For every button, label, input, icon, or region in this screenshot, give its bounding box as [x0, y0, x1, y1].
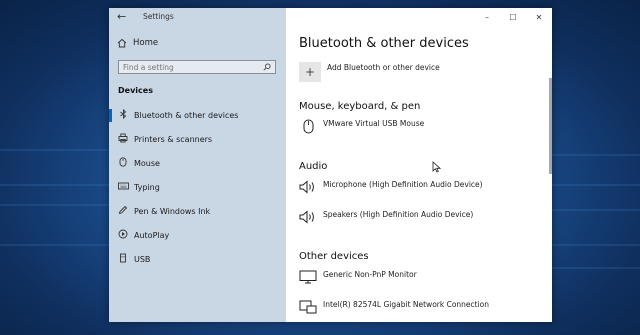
- sidebar: ← Settings Home Devices Bluetooth & othe…: [109, 8, 286, 322]
- window-title: Settings: [143, 12, 174, 21]
- page-title: Bluetooth & other devices: [299, 36, 469, 51]
- network-icon: [299, 299, 317, 315]
- settings-window: ← Settings Home Devices Bluetooth & othe…: [109, 8, 552, 322]
- sidebar-item-typing[interactable]: Typing: [109, 175, 286, 199]
- speaker-icon: [299, 179, 317, 195]
- keyboard-icon: [117, 182, 129, 193]
- autoplay-icon: [117, 229, 129, 242]
- maximize-button[interactable]: ☐: [500, 8, 526, 26]
- sidebar-item-label: Typing: [134, 182, 160, 192]
- plus-icon: +: [299, 62, 321, 82]
- window-controls: – ☐ ✕: [474, 8, 552, 26]
- sidebar-item-printers[interactable]: Printers & scanners: [109, 127, 286, 151]
- sidebar-item-mouse[interactable]: Mouse: [109, 151, 286, 175]
- sidebar-item-usb[interactable]: USB: [109, 247, 286, 271]
- home-link[interactable]: Home: [117, 38, 158, 48]
- home-icon: [117, 38, 127, 48]
- home-label: Home: [133, 38, 159, 48]
- sidebar-item-label: Mouse: [134, 158, 160, 168]
- back-arrow-icon[interactable]: ←: [117, 10, 126, 23]
- add-device-label: Add Bluetooth or other device: [327, 62, 440, 72]
- sidebar-item-label: AutoPlay: [134, 230, 170, 240]
- group-title-input-devices: Mouse, keyboard, & pen: [299, 101, 421, 112]
- device-label: Intel(R) 82574L Gigabit Network Connecti…: [323, 300, 490, 309]
- device-item[interactable]: Microphone (High Definition Audio Device…: [299, 179, 483, 195]
- bluetooth-icon: [117, 108, 129, 122]
- sidebar-item-autoplay[interactable]: AutoPlay: [109, 223, 286, 247]
- sidebar-item-label: Pen & Windows Ink: [134, 206, 211, 216]
- device-label: VMware Virtual USB Mouse: [323, 119, 425, 128]
- close-button[interactable]: ✕: [526, 8, 552, 26]
- pen-icon: [117, 205, 129, 218]
- device-label: Speakers (High Definition Audio Device): [323, 210, 474, 219]
- sidebar-item-bluetooth[interactable]: Bluetooth & other devices: [109, 103, 286, 127]
- device-item[interactable]: Intel(R) 82574L Gigabit Network Connecti…: [299, 299, 489, 315]
- group-title-other-devices: Other devices: [299, 251, 369, 262]
- sidebar-item-label: Bluetooth & other devices: [134, 110, 239, 120]
- section-heading-devices: Devices: [118, 86, 153, 95]
- search-icon[interactable]: [263, 63, 271, 73]
- device-item[interactable]: Generic Non-PnP Monitor: [299, 269, 417, 285]
- sidebar-item-label: Printers & scanners: [134, 134, 213, 144]
- search-input[interactable]: [123, 62, 263, 72]
- group-title-audio: Audio: [299, 161, 328, 172]
- device-label: Microphone (High Definition Audio Device…: [323, 180, 483, 189]
- mouse-cursor-icon: [432, 161, 441, 173]
- minimize-button[interactable]: –: [474, 8, 500, 26]
- speaker-icon: [299, 209, 317, 225]
- main-pane: – ☐ ✕ Bluetooth & other devices + Add Bl…: [286, 8, 552, 322]
- printer-icon: [117, 133, 129, 146]
- monitor-icon: [299, 269, 317, 285]
- sidebar-nav: Bluetooth & other devices Printers & sca…: [109, 103, 286, 271]
- mouse-icon: [117, 156, 129, 170]
- sidebar-item-label: USB: [134, 254, 151, 264]
- device-label: Generic Non-PnP Monitor: [323, 270, 417, 279]
- title-bar: ← Settings: [109, 8, 286, 26]
- mouse-icon: [299, 118, 317, 134]
- sidebar-item-pen[interactable]: Pen & Windows Ink: [109, 199, 286, 223]
- device-item[interactable]: Speakers (High Definition Audio Device): [299, 209, 473, 225]
- usb-icon: [117, 253, 129, 266]
- add-device-button[interactable]: + Add Bluetooth or other device: [299, 62, 440, 82]
- scrollbar[interactable]: [549, 78, 552, 174]
- search-box[interactable]: [118, 60, 276, 74]
- device-item[interactable]: VMware Virtual USB Mouse: [299, 118, 424, 134]
